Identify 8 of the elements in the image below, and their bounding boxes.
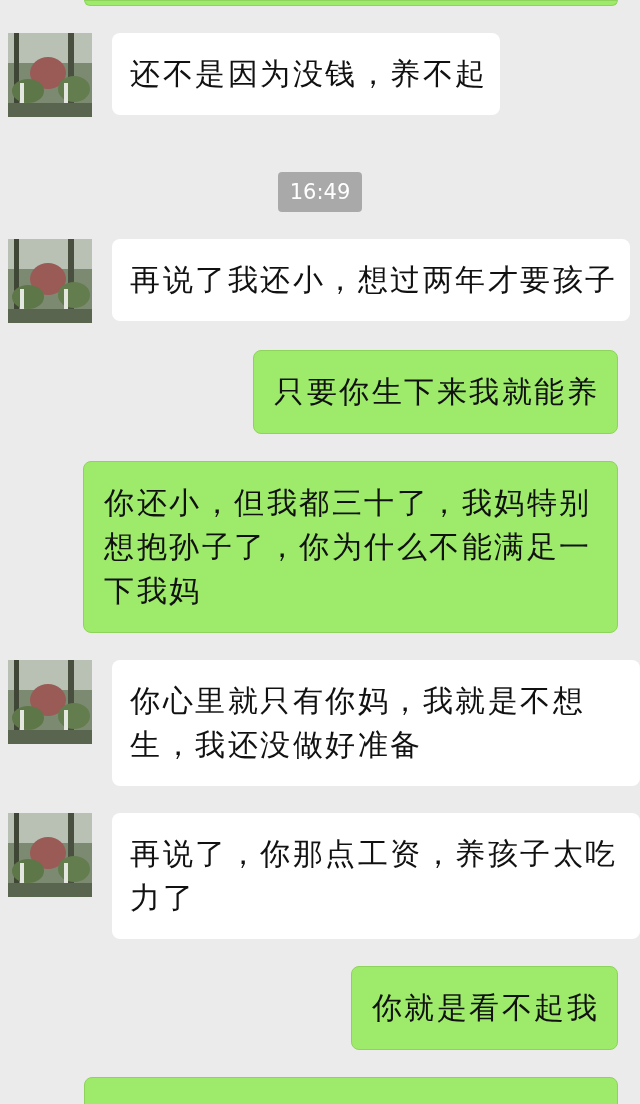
message-bubble: 还不是因为没钱，养不起 (112, 33, 500, 115)
message-bubble: 你心里就只有你妈，我就是不想生，我还没做好准备 (112, 660, 640, 786)
message-bubble: 你还小，但我都三十了，我妈特别想抱孙子了，你为什么不能满足一下我妈 (83, 461, 618, 633)
message-bubble: 只要你生下来我就能养 (253, 350, 618, 434)
message-bubble: 再说了，你那点工资，养孩子太吃力了 (112, 813, 640, 939)
timestamp: 16:49 (277, 172, 363, 212)
message-bubble: 再说了我还小，想过两年才要孩子 (112, 239, 630, 321)
message-bubble: 你就是看不起我 (350, 966, 618, 1050)
